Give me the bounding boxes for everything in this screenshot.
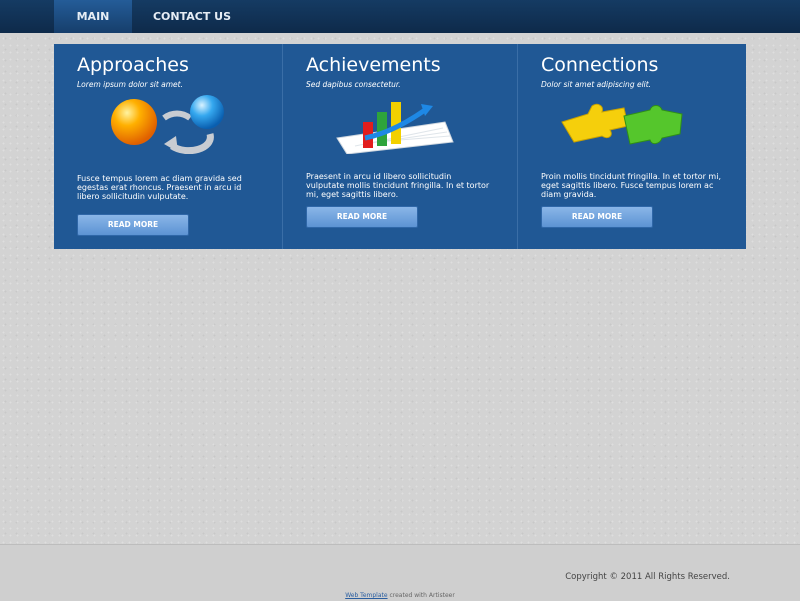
copyright-text: Copyright © 2011 All Rights Reserved. [565, 572, 730, 582]
puzzle-pieces-icon [561, 103, 683, 145]
column-body-text: Fusce tempus lorem ac diam gravida sed e… [77, 174, 242, 201]
column-subtitle: Sed dapibus consectetur. [306, 80, 401, 89]
nav-contact-us[interactable]: CONTACT US [140, 0, 244, 33]
read-more-button-connections[interactable]: READ MORE [541, 206, 653, 228]
credit-text: created with Artisteer [387, 592, 455, 599]
column-title: Achievements [306, 54, 441, 76]
bar-chart-growth-icon [336, 102, 454, 154]
column-title: Approaches [77, 54, 189, 76]
spheres-cycle-icon [111, 95, 224, 154]
top-navigation-bar: MAIN CONTACT US [0, 0, 800, 33]
column-body-text: Praesent in arcu id libero sollicitudin … [306, 172, 490, 199]
column-subtitle: Lorem ipsum dolor sit amet. [77, 80, 183, 89]
column-approaches: Approaches Lorem ipsum dolor sit amet. F… [54, 44, 281, 249]
column-subtitle: Dolor sit amet adipiscing elit. [541, 80, 652, 89]
feature-panel: Approaches Lorem ipsum dolor sit amet. F… [54, 44, 746, 249]
column-body-text: Proin mollis tincidunt fringilla. In et … [541, 172, 721, 199]
footer: Copyright © 2011 All Rights Reserved. We… [0, 544, 800, 601]
read-more-button-achievements[interactable]: READ MORE [306, 206, 418, 228]
web-template-link[interactable]: Web Template [345, 592, 387, 599]
column-title: Connections [541, 54, 659, 76]
column-connections: Connections Dolor sit amet adipiscing el… [517, 44, 747, 249]
footer-credit: Web Template created with Artisteer [0, 592, 800, 599]
read-more-button-approaches[interactable]: READ MORE [77, 214, 189, 236]
column-achievements: Achievements Sed dapibus consectetur. Pr… [282, 44, 517, 249]
nav-main[interactable]: MAIN [54, 0, 132, 33]
